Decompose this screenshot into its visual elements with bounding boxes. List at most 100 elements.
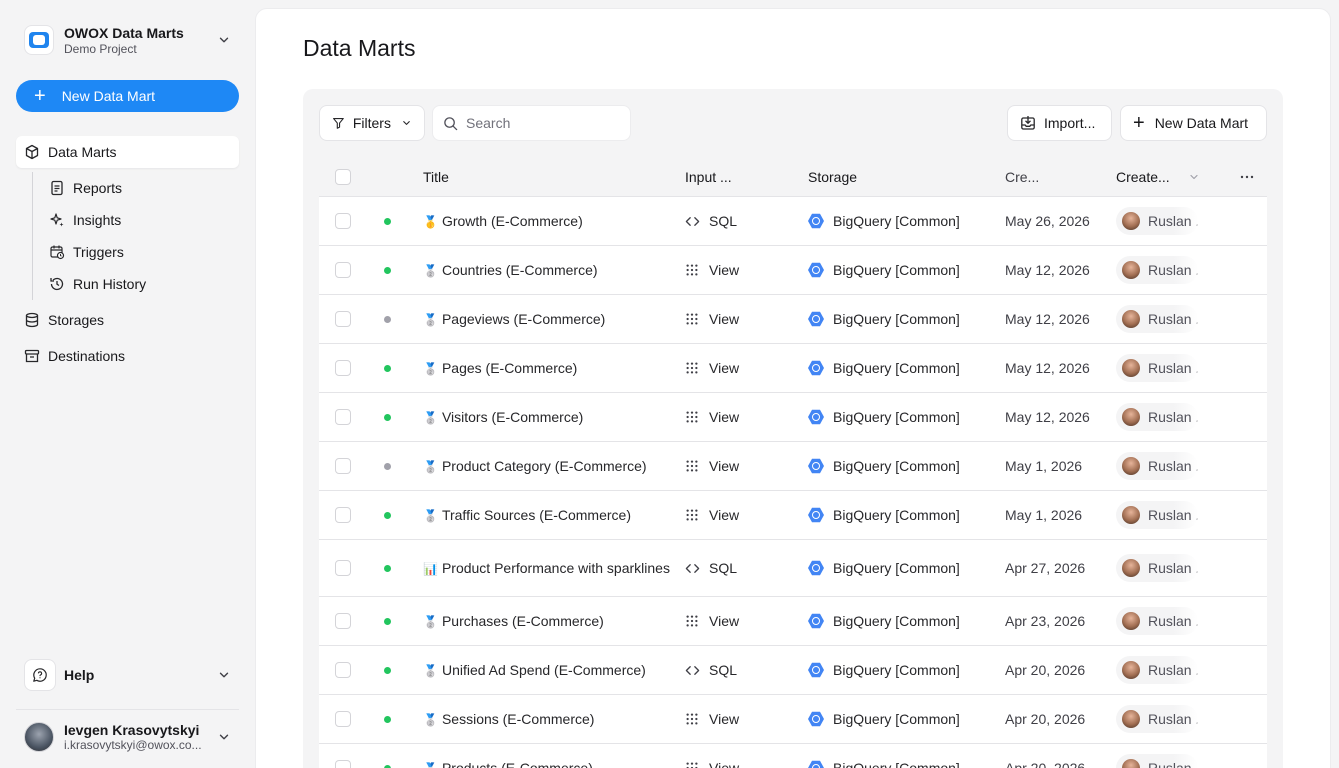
row-checkbox[interactable]: [335, 213, 351, 229]
row-created-by: Ruslan ...: [1148, 262, 1198, 278]
row-storage: BigQuery [Common]: [833, 458, 960, 474]
project-switcher[interactable]: OWOX Data Marts Demo Project: [16, 16, 239, 64]
table-row[interactable]: 🥈 Visitors (E-Commerce) View BigQuery [Comm…: [319, 393, 1267, 442]
table-row[interactable]: 🥈 Products (E-Commerce) View BigQuery [Comm…: [319, 744, 1267, 768]
bigquery-icon: [808, 409, 824, 425]
row-title[interactable]: Purchases (E-Commerce): [442, 613, 604, 629]
help-menu[interactable]: Help: [16, 655, 239, 695]
bigquery-icon: [808, 760, 824, 768]
status-dot: [383, 462, 391, 470]
column-header-created[interactable]: Cre...: [1005, 169, 1116, 185]
more-options-icon[interactable]: [1227, 169, 1267, 185]
row-checkbox[interactable]: [335, 262, 351, 278]
sidebar-item-run-history[interactable]: Run History: [41, 268, 239, 300]
sidebar: OWOX Data Marts Demo Project + New Data …: [0, 0, 255, 768]
bigquery-icon: [808, 311, 824, 327]
row-checkbox[interactable]: [335, 360, 351, 376]
sidebar-item-destinations[interactable]: Destinations: [16, 340, 239, 372]
user-chip: Ruslan ...: [1116, 403, 1198, 431]
row-input-cell: SQL: [683, 560, 808, 576]
sidebar-item-triggers[interactable]: Triggers: [41, 236, 239, 268]
medal-emoji: 🥈: [423, 410, 438, 425]
sidebar-item-reports[interactable]: Reports: [41, 172, 239, 204]
sidebar-item-insights[interactable]: Insights: [41, 204, 239, 236]
row-created-by-cell: Ruslan ...: [1116, 705, 1227, 733]
column-header-title[interactable]: Title: [407, 167, 683, 187]
grid-icon: [685, 508, 701, 522]
bigquery-icon: [808, 560, 824, 576]
bigquery-icon: [808, 213, 824, 229]
table-row[interactable]: 🥈 Unified Ad Spend (E-Commerce) SQL BigQuer…: [319, 646, 1267, 695]
row-title[interactable]: Unified Ad Spend (E-Commerce): [442, 662, 646, 678]
column-header-storage[interactable]: Storage: [808, 169, 1005, 185]
row-input-type: SQL: [709, 662, 738, 678]
row-title[interactable]: Products (E-Commerce): [442, 760, 593, 768]
table-row[interactable]: 🥇 Growth (E-Commerce) SQL BigQuery [Common]…: [319, 197, 1267, 246]
row-title[interactable]: Sessions (E-Commerce): [442, 711, 594, 727]
row-storage-cell: BigQuery [Common]: [808, 711, 1005, 727]
row-checkbox[interactable]: [335, 662, 351, 678]
table-row[interactable]: 🥈 Pageviews (E-Commerce) View BigQuery [Com…: [319, 295, 1267, 344]
sidebar-item-data-marts[interactable]: Data Marts: [16, 136, 239, 168]
row-created-by: Ruslan ...: [1148, 360, 1198, 376]
column-header-input[interactable]: Input ...: [683, 169, 808, 185]
row-created-by-cell: Ruslan ...: [1116, 656, 1227, 684]
row-storage: BigQuery [Common]: [833, 711, 960, 727]
status-dot: [383, 266, 391, 274]
sidebar-item-label: Insights: [73, 212, 122, 228]
sidebar-item-label: Data Marts: [48, 144, 117, 160]
chevron-down-icon: [219, 672, 229, 678]
row-title-cell: 🥈 Unified Ad Spend (E-Commerce): [407, 660, 683, 681]
row-created: Apr 20, 2026: [1005, 711, 1086, 727]
grid-icon: [685, 263, 701, 277]
row-title[interactable]: Pages (E-Commerce): [442, 360, 577, 376]
table-row[interactable]: 🥈 Pages (E-Commerce) View BigQuery [Common]…: [319, 344, 1267, 393]
avatar: [1122, 506, 1140, 524]
row-title[interactable]: Product Performance with sparklines: [442, 560, 670, 576]
row-checkbox[interactable]: [335, 311, 351, 327]
row-checkbox[interactable]: [335, 507, 351, 523]
select-all-checkbox[interactable]: [335, 168, 351, 185]
row-created-by: Ruslan ...: [1148, 760, 1198, 768]
row-title[interactable]: Visitors (E-Commerce): [442, 409, 583, 425]
search-input[interactable]: [466, 115, 616, 131]
row-checkbox[interactable]: [335, 560, 351, 576]
row-storage: BigQuery [Common]: [833, 360, 960, 376]
row-title-cell: 📊 Product Performance with sparklines: [407, 558, 683, 579]
import-button[interactable]: Import...: [1007, 105, 1112, 141]
row-checkbox[interactable]: [335, 458, 351, 474]
row-checkbox[interactable]: [335, 613, 351, 629]
row-title[interactable]: Pageviews (E-Commerce): [442, 311, 605, 327]
filters-button[interactable]: Filters: [319, 105, 425, 141]
table-row[interactable]: 🥈 Traffic Sources (E-Commerce) View BigQuer…: [319, 491, 1267, 540]
status-dot: [383, 666, 391, 674]
import-label: Import...: [1044, 115, 1096, 131]
user-name: Ievgen Krasovytskyi: [64, 722, 200, 738]
row-input-type: View: [709, 613, 740, 629]
toolbar-new-data-mart-button[interactable]: + New Data Mart: [1120, 105, 1267, 141]
sidebar-item-storages[interactable]: Storages: [16, 304, 239, 336]
row-title-cell: 🥈 Visitors (E-Commerce): [407, 407, 683, 428]
row-title[interactable]: Product Category (E-Commerce): [442, 458, 647, 474]
row-title[interactable]: Traffic Sources (E-Commerce): [442, 507, 631, 523]
table-row[interactable]: 🥈 Countries (E-Commerce) View BigQuery [Com…: [319, 246, 1267, 295]
table-row[interactable]: 🥈 Sessions (E-Commerce) View BigQuery [Comm…: [319, 695, 1267, 744]
row-title[interactable]: Countries (E-Commerce): [442, 262, 598, 278]
cube-icon: [24, 144, 40, 160]
user-menu[interactable]: Ievgen Krasovytskyi i.krasovytskyi@owox.…: [16, 722, 239, 752]
grid-icon: [685, 614, 701, 628]
table-row[interactable]: 🥈 Purchases (E-Commerce) View BigQuery [Com…: [319, 597, 1267, 646]
medal-emoji: 🥈: [423, 508, 438, 523]
new-data-mart-button[interactable]: + New Data Mart: [16, 80, 239, 112]
row-checkbox[interactable]: [335, 760, 351, 768]
table-header: Title Input ... Storage Cre... Create...: [319, 157, 1267, 197]
row-checkbox[interactable]: [335, 711, 351, 727]
row-title[interactable]: Growth (E-Commerce): [442, 213, 583, 229]
column-header-created-by[interactable]: Create...: [1116, 169, 1227, 185]
table-row[interactable]: 🥈 Product Category (E-Commerce) View BigQue…: [319, 442, 1267, 491]
grid-icon: [685, 761, 701, 768]
table-row[interactable]: 📊 Product Performance with sparklines SQL B…: [319, 540, 1267, 597]
status-dot: [383, 315, 391, 323]
bigquery-icon: [808, 458, 824, 474]
row-checkbox[interactable]: [335, 409, 351, 425]
